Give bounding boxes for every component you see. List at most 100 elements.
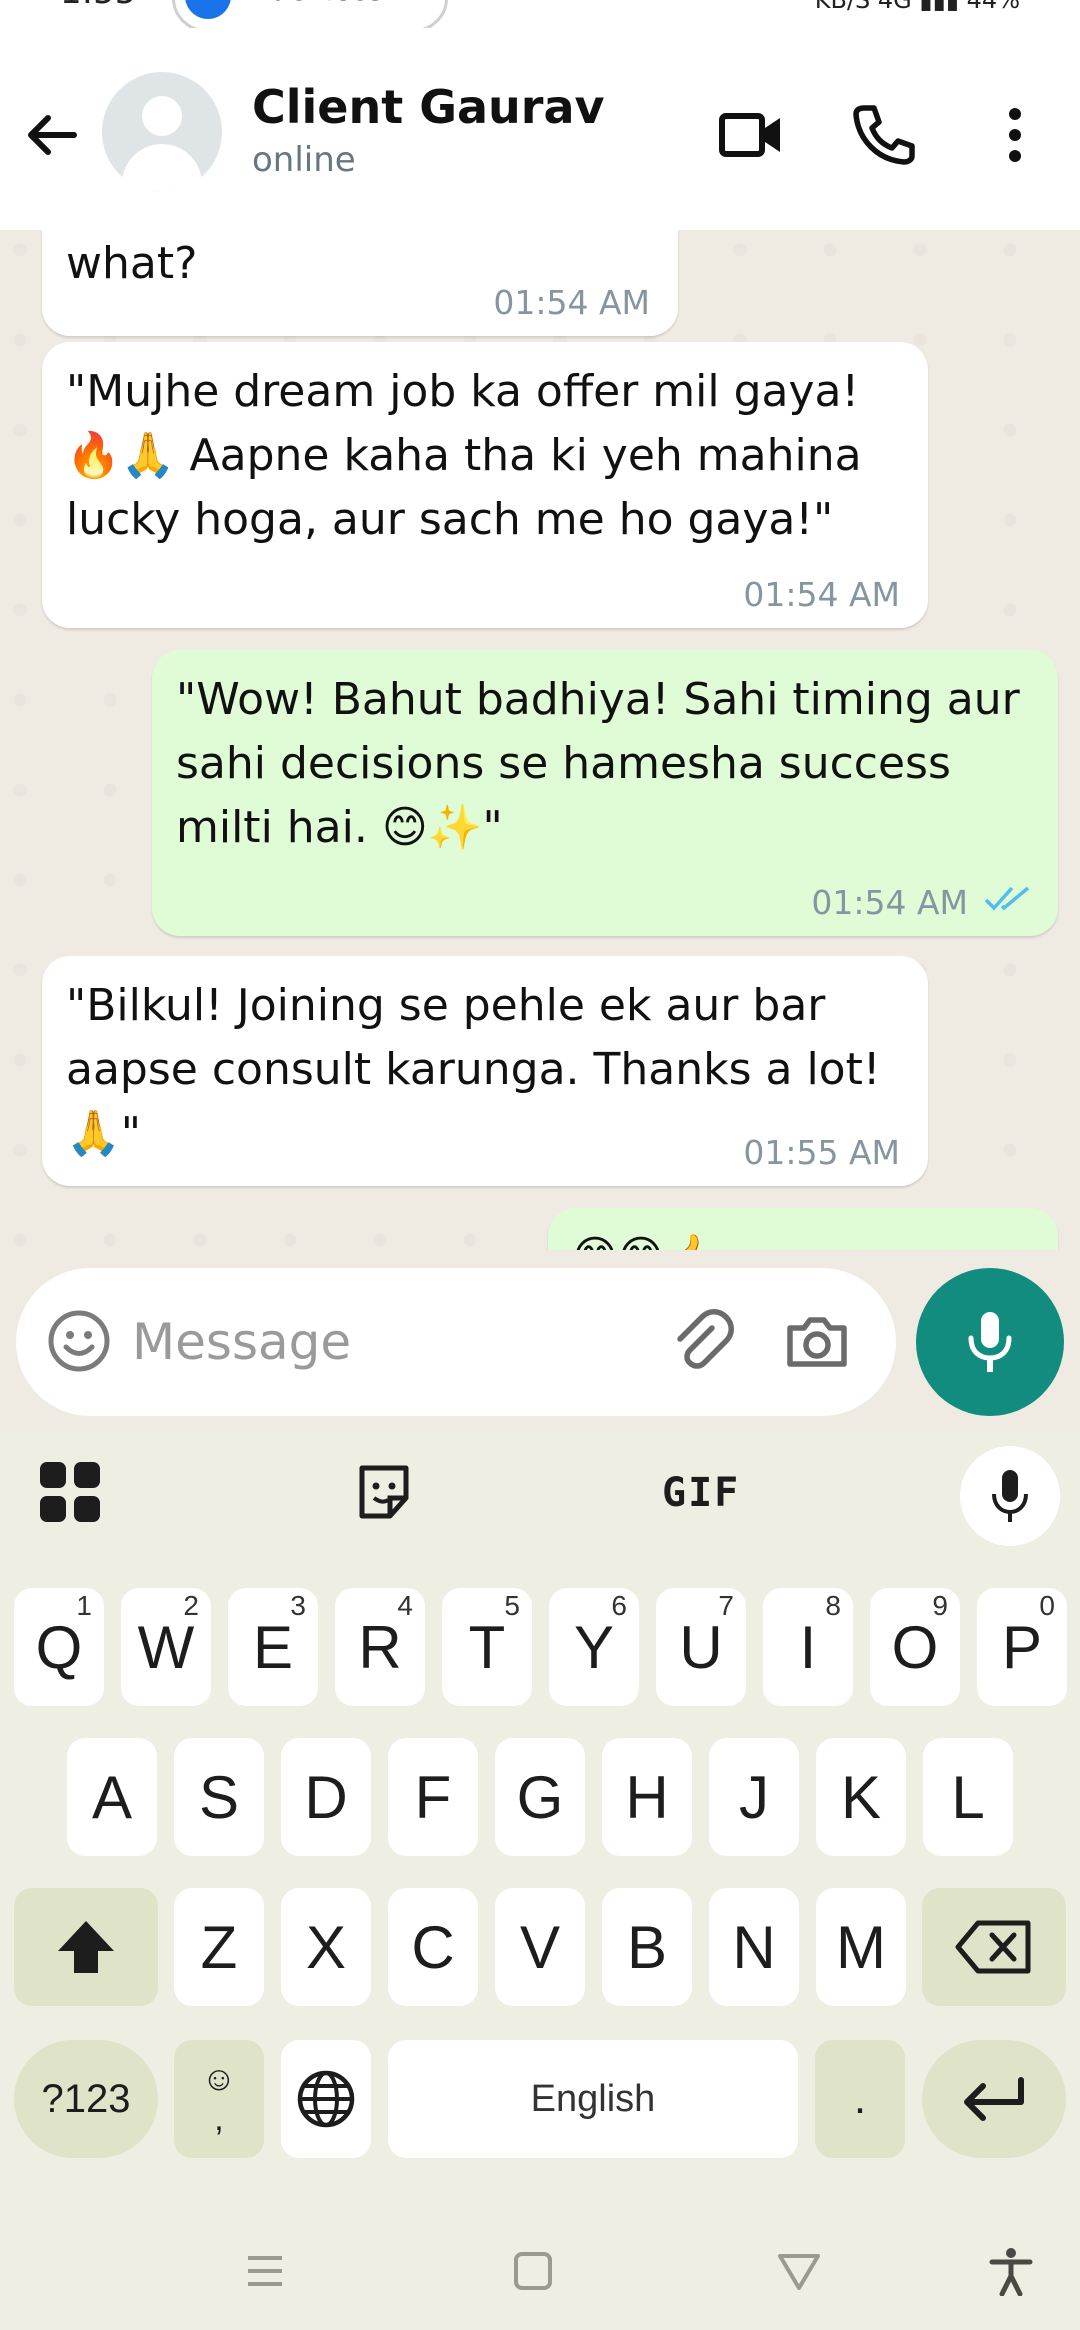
message-time: 01:54 AM — [493, 283, 650, 322]
message-text: 😊😊👍 — [572, 1226, 1030, 1250]
key-hint: 3 — [290, 1590, 306, 1621]
message-bubble-outgoing[interactable]: "Wow! Bahut badhiya! Sahi timing aur sah… — [152, 650, 1058, 936]
key-label: Q — [35, 1613, 83, 1681]
key-hint: 4 — [397, 1590, 413, 1621]
key-x[interactable]: X — [281, 1888, 371, 2006]
key-hint: 1 — [76, 1590, 92, 1621]
key-z[interactable]: Z — [174, 1888, 264, 2006]
more-options-icon[interactable] — [980, 100, 1050, 170]
camera-icon[interactable] — [782, 1306, 852, 1376]
avatar-head-shape — [142, 96, 182, 136]
period-key[interactable]: . — [815, 2040, 905, 2158]
enter-icon — [964, 2077, 1024, 2121]
key-o[interactable]: O9 — [870, 1588, 960, 1706]
status-bar: 1:55 2 devices KB/S 4G ▮▮▮ 44% — [0, 0, 1080, 28]
message-bubble-incoming[interactable]: Hey Rajesh ji, guess what? 01:54 AM — [42, 230, 678, 336]
backspace-key[interactable] — [922, 1888, 1066, 2006]
avatar[interactable] — [102, 72, 222, 192]
chat-header: Client Gaurav online — [0, 28, 1080, 230]
key-label: I — [799, 1613, 817, 1681]
key-d[interactable]: D — [281, 1738, 371, 1856]
back-arrow-icon[interactable] — [18, 100, 88, 170]
video-call-icon[interactable] — [716, 100, 786, 170]
recents-icon[interactable] — [240, 2246, 290, 2296]
message-bubble-incoming[interactable]: "Mujhe dream job ka offer mil gaya! 🔥🙏 A… — [42, 342, 928, 628]
key-p[interactable]: P0 — [977, 1588, 1067, 1706]
key-k[interactable]: K — [816, 1738, 906, 1856]
read-receipt-icon — [984, 886, 1030, 911]
key-w[interactable]: W2 — [121, 1588, 211, 1706]
key-l[interactable]: L — [923, 1738, 1013, 1856]
keyboard: GIF Q1 W2 E3 R4 T5 Y6 U7 I8 O9 P0 A S D … — [0, 1432, 1080, 2202]
emoji-key[interactable]: ☺ , — [174, 2040, 264, 2158]
key-u[interactable]: U7 — [656, 1588, 746, 1706]
key-y[interactable]: Y6 — [549, 1588, 639, 1706]
accessibility-icon[interactable] — [986, 2246, 1036, 2296]
key-m[interactable]: M — [816, 1888, 906, 2006]
key-label: O — [891, 1613, 939, 1681]
key-s[interactable]: S — [174, 1738, 264, 1856]
voice-message-button[interactable] — [916, 1268, 1064, 1416]
message-time: 01:54 AM — [743, 575, 900, 614]
voice-call-icon[interactable] — [848, 100, 918, 170]
key-g[interactable]: G — [495, 1738, 585, 1856]
shift-key[interactable] — [14, 1888, 158, 2006]
contact-status: online — [252, 140, 356, 180]
back-nav-icon[interactable] — [774, 2246, 824, 2296]
gif-button[interactable]: GIF — [662, 1470, 740, 1516]
backspace-icon — [955, 1920, 1031, 1974]
key-a[interactable]: A — [67, 1738, 157, 1856]
cast-pill[interactable]: 2 devices — [172, 0, 448, 28]
cast-label: 2 devices — [241, 0, 384, 8]
message-time: 01:54 AM — [811, 883, 968, 922]
system-nav-bar — [0, 2202, 1080, 2330]
key-r[interactable]: R4 — [335, 1588, 425, 1706]
keyboard-toolbar: GIF — [0, 1432, 1080, 1552]
space-key[interactable]: English — [388, 2040, 798, 2158]
message-text: "Wow! Bahut badhiya! Sahi timing aur sah… — [176, 674, 1020, 853]
cast-icon — [185, 0, 231, 19]
key-hint: 8 — [825, 1590, 841, 1621]
key-t[interactable]: T5 — [442, 1588, 532, 1706]
attachment-icon[interactable] — [666, 1306, 736, 1376]
status-indicators: KB/S 4G ▮▮▮ 44% — [814, 0, 1020, 14]
status-time: 1:55 — [60, 0, 136, 12]
message-input[interactable] — [132, 1308, 652, 1376]
key-n[interactable]: N — [709, 1888, 799, 2006]
language-key[interactable] — [281, 2040, 371, 2158]
key-q[interactable]: Q1 — [14, 1588, 104, 1706]
key-h[interactable]: H — [602, 1738, 692, 1856]
emoji-icon[interactable] — [46, 1308, 112, 1374]
key-j[interactable]: J — [709, 1738, 799, 1856]
key-e[interactable]: E3 — [228, 1588, 318, 1706]
message-composer — [16, 1268, 896, 1416]
key-v[interactable]: V — [495, 1888, 585, 2006]
contact-name[interactable]: Client Gaurav — [252, 80, 605, 134]
home-icon[interactable] — [508, 2246, 558, 2296]
globe-icon — [297, 2070, 355, 2128]
message-bubble-incoming[interactable]: "Bilkul! Joining se pehle ek aur bar aap… — [42, 956, 928, 1186]
key-hint: 9 — [932, 1590, 948, 1621]
key-label: Y — [573, 1613, 615, 1681]
chat-area[interactable]: Hey Rajesh ji, guess what? 01:54 AM "Muj… — [0, 230, 1080, 1250]
message-text: "Mujhe dream job ka offer mil gaya! 🔥🙏 A… — [66, 366, 862, 545]
key-f[interactable]: F — [388, 1738, 478, 1856]
key-label: R — [358, 1613, 402, 1681]
key-hint: 6 — [611, 1590, 627, 1621]
enter-key[interactable] — [922, 2040, 1066, 2158]
avatar-body-shape — [122, 144, 202, 192]
key-b[interactable]: B — [602, 1888, 692, 2006]
apps-grid-icon[interactable] — [38, 1460, 102, 1524]
sticker-icon[interactable] — [352, 1460, 416, 1524]
key-hint: 7 — [718, 1590, 734, 1621]
key-c[interactable]: C — [388, 1888, 478, 2006]
keyboard-voice-button[interactable] — [960, 1446, 1060, 1546]
key-label: E — [252, 1613, 294, 1681]
key-label: W — [137, 1613, 195, 1681]
key-label: P — [1001, 1613, 1043, 1681]
message-bubble-outgoing[interactable]: 😊😊👍 — [548, 1208, 1058, 1250]
key-label: U — [679, 1613, 723, 1681]
shift-icon — [58, 1921, 114, 1973]
symbols-key[interactable]: ?123 — [14, 2040, 158, 2158]
key-i[interactable]: I8 — [763, 1588, 853, 1706]
